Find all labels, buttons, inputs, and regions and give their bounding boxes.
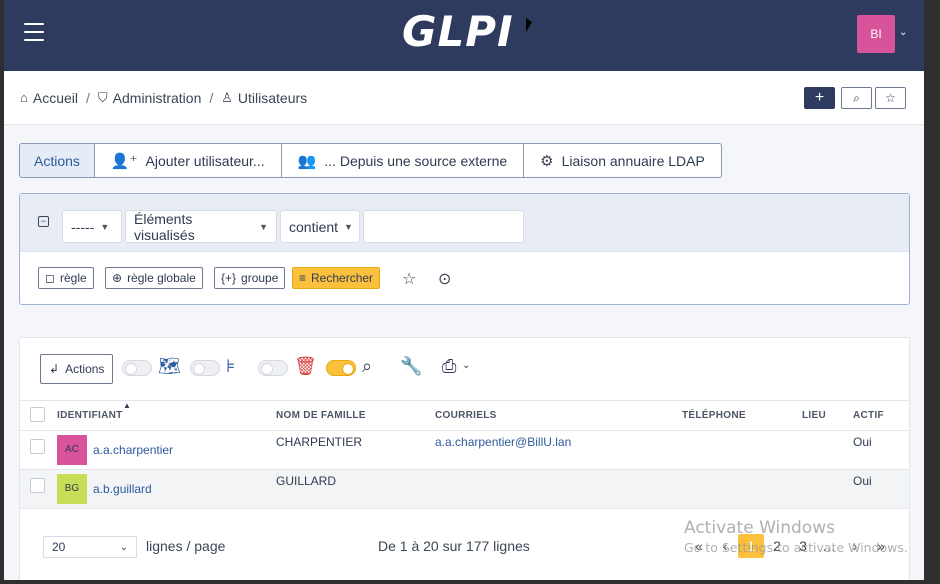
search-icon: ⌕ bbox=[853, 90, 860, 105]
search-icon[interactable]: ⌕ bbox=[362, 356, 372, 377]
avatar: AC bbox=[57, 435, 87, 465]
save-search-star-icon[interactable]: ☆ bbox=[402, 269, 416, 289]
caret-down-icon: ▼ bbox=[100, 221, 110, 232]
column-header[interactable]: NOM DE FAMILLE bbox=[270, 400, 429, 431]
caret-down-icon: ▼ bbox=[259, 221, 268, 232]
select-all-cell bbox=[20, 400, 51, 431]
lastname-cell: CHARPENTIER bbox=[270, 430, 429, 470]
main-actions-bar: Actions 👤⁺ Ajouter utilisateur... 👥... De… bbox=[19, 143, 722, 178]
map-icon[interactable]: 🗺 bbox=[158, 356, 181, 377]
add-group-button[interactable]: {+} groupe bbox=[214, 267, 286, 289]
email-link[interactable]: a.a.charpentier@BillU.lan bbox=[435, 435, 571, 449]
table-row[interactable]: AC a.a.charpentier CHARPENTIER a.a.charpe… bbox=[20, 430, 909, 470]
actions-tab[interactable]: Actions bbox=[20, 144, 95, 177]
gear-icon: ⚙ bbox=[540, 152, 554, 170]
shield-icon: ⛉ bbox=[97, 89, 108, 105]
add-global-rule-button[interactable]: ⊕ règle globale bbox=[105, 267, 203, 289]
home-icon: ⌂ bbox=[20, 90, 28, 105]
chevron-down-icon: ⌄ bbox=[119, 541, 128, 553]
criteria-select[interactable]: Éléments visualisés ▼ bbox=[125, 210, 277, 243]
bookmark-button[interactable]: ☆ bbox=[875, 87, 906, 109]
massive-actions-button[interactable]: ↲ Actions bbox=[40, 354, 114, 384]
search-buttons-row: ◻ règle ⊕ règle globale {+} groupe ≡ Recherc… bbox=[20, 252, 909, 304]
column-header[interactable]: COURRIELS bbox=[429, 400, 676, 431]
window-edge bbox=[924, 0, 940, 584]
add-rule-button[interactable]: ◻ règle bbox=[38, 267, 94, 289]
select-all-checkbox[interactable] bbox=[30, 406, 45, 422]
mouse-cursor-icon bbox=[526, 18, 532, 32]
reset-circle-icon[interactable]: ⊙ bbox=[438, 269, 451, 289]
active-cell: Oui bbox=[847, 469, 909, 509]
breadcrumb: ⌂ Accueil / ⛉ Administration / ♙ Utilisateu… bbox=[4, 71, 924, 125]
chevron-down-icon[interactable]: ⌄ bbox=[899, 27, 907, 38]
filter-search-icon: ≡ bbox=[299, 271, 307, 285]
column-header[interactable]: ACTIF bbox=[847, 400, 909, 431]
app-window: GLPI BI ⌄ ⌂ Accueil / ⛉ Administration / ♙… bbox=[4, 0, 924, 580]
row-checkbox[interactable] bbox=[30, 439, 45, 454]
column-header[interactable]: TÉLÉPHONE bbox=[676, 400, 796, 431]
location-cell bbox=[796, 469, 847, 509]
search-criteria-row: − ----- ▼ Éléments visualisés ▼ contient ▼ bbox=[20, 194, 909, 252]
tree-icon[interactable]: ⊧ bbox=[226, 356, 235, 377]
avatar: BG bbox=[57, 474, 87, 504]
collapse-icon[interactable]: − bbox=[38, 216, 49, 227]
chevron-down-icon[interactable]: ⌄ bbox=[462, 360, 470, 371]
users-table: ▲ IDENTIFIANT NOM DE FAMILLE COURRIELS TÉ… bbox=[20, 400, 909, 509]
wrench-icon[interactable]: 🔧 bbox=[400, 356, 422, 377]
caret-down-icon: ▼ bbox=[344, 221, 353, 232]
results-toolbar: ↲ Actions 🗺 ⊧ 🗑 ⌕ 🔧 ⎙ ⌄ bbox=[20, 338, 909, 400]
add-button[interactable]: + bbox=[804, 87, 835, 109]
location-cell bbox=[796, 430, 847, 470]
value-input[interactable] bbox=[363, 210, 524, 243]
rows-per-page-select[interactable]: 20 ⌄ bbox=[43, 536, 137, 558]
column-header[interactable]: ▲ IDENTIFIANT bbox=[51, 400, 270, 431]
operator-select[interactable]: contient ▼ bbox=[280, 210, 360, 243]
export-icon[interactable]: ⎙ bbox=[442, 356, 456, 377]
header-buttons: + ⌕ ☆ bbox=[804, 87, 906, 109]
user-cog-icon: 👥 bbox=[297, 152, 317, 170]
ldap-button[interactable]: ⚙ Liaison annuaire LDAP bbox=[524, 144, 721, 177]
windows-activation-watermark: Activate Windows Go to Settings to activ… bbox=[684, 518, 908, 555]
row-checkbox[interactable] bbox=[30, 478, 45, 493]
breadcrumb-users[interactable]: ♙ Utilisateurs bbox=[221, 90, 307, 106]
square-plus-icon: ◻ bbox=[45, 271, 55, 285]
corner-arrow-icon: ↲ bbox=[49, 362, 60, 376]
map-toggle[interactable] bbox=[122, 360, 152, 376]
phone-cell bbox=[676, 430, 796, 470]
user-icon: ♙ bbox=[221, 89, 233, 105]
table-row[interactable]: BG a.b.guillard GUILLARD Oui bbox=[20, 469, 909, 509]
lastname-cell: GUILLARD bbox=[270, 469, 429, 509]
glpi-logo[interactable]: GLPI bbox=[402, 10, 514, 54]
user-avatar[interactable]: BI bbox=[857, 15, 895, 53]
menu-toggle-icon[interactable] bbox=[24, 23, 44, 41]
active-cell: Oui bbox=[847, 430, 909, 470]
brackets-icon: {+} bbox=[221, 271, 237, 285]
user-link[interactable]: a.a.charpentier bbox=[93, 443, 173, 457]
external-source-button[interactable]: 👥... Depuis une source externe bbox=[282, 144, 525, 177]
top-navbar: GLPI BI ⌄ bbox=[4, 0, 924, 71]
trash-toggle[interactable] bbox=[258, 360, 288, 376]
star-icon: ☆ bbox=[885, 91, 896, 105]
search-toggle[interactable] bbox=[326, 360, 356, 376]
user-link[interactable]: a.b.guillard bbox=[93, 482, 152, 496]
circle-plus-icon: ⊕ bbox=[112, 271, 123, 285]
column-header[interactable]: LIEU bbox=[796, 400, 847, 431]
rows-per-page-label: lignes / page bbox=[146, 538, 226, 554]
phone-cell bbox=[676, 469, 796, 509]
tree-toggle[interactable] bbox=[190, 360, 220, 376]
trash-icon[interactable]: 🗑 bbox=[294, 356, 317, 377]
breadcrumb-administration[interactable]: ⛉ Administration bbox=[98, 90, 201, 106]
field-select[interactable]: ----- ▼ bbox=[62, 210, 122, 243]
sort-asc-icon: ▲ bbox=[123, 401, 132, 410]
add-user-button[interactable]: 👤⁺ Ajouter utilisateur... bbox=[95, 144, 282, 177]
breadcrumb-home[interactable]: ⌂ Accueil bbox=[20, 90, 78, 106]
range-text: De 1 à 20 sur 177 lignes bbox=[378, 538, 530, 554]
user-plus-icon: 👤⁺ bbox=[110, 152, 138, 170]
search-panel: − ----- ▼ Éléments visualisés ▼ contient ▼ … bbox=[19, 193, 910, 305]
search-submit-button[interactable]: ≡ Rechercher bbox=[292, 267, 381, 289]
search-button[interactable]: ⌕ bbox=[841, 87, 872, 109]
